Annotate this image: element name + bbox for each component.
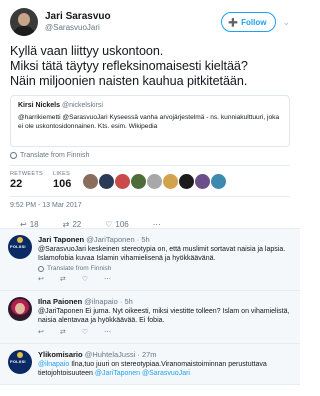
reply-text: @ilnapaio Ilna,tuo juuri on stereotypiaa…: [38, 360, 292, 378]
tweet-timestamp[interactable]: 9:52 PM - 13 Mar 2017: [10, 202, 290, 209]
tweet-line-1: Kyllä vaan liittyy uskontoon.: [10, 44, 164, 58]
replies-list: POLIISI Jari Taponen @JariTaponen · 5h @…: [0, 228, 300, 385]
likes-stat[interactable]: LIKES 106: [53, 171, 71, 191]
reply-translate-link[interactable]: Translate from Finnish: [38, 265, 292, 272]
tweet-line-3: Näin miljoonien naisten kauhua pitkitetä…: [10, 74, 248, 88]
reply-mention[interactable]: @ilnapaio: [38, 361, 69, 368]
reply-actions: ↩ ⇄ ♡ ⋯: [38, 328, 292, 337]
reply-dot: ·: [119, 297, 123, 306]
globe-icon: [38, 265, 44, 272]
author-names: Jari Sarasvuo @SarasvuoJari: [45, 11, 221, 33]
globe-icon: [10, 152, 17, 159]
reply-mention[interactable]: @JariTaponen @SarasvuoJari: [93, 370, 190, 377]
main-tweet: Jari Sarasvuo @SarasvuoJari ➕ Follow ⌄ K…: [0, 0, 300, 231]
liker-avatar[interactable]: [179, 173, 195, 189]
retweet-icon[interactable]: ⇄: [60, 275, 66, 284]
chevron-down-icon[interactable]: ⌄: [282, 17, 290, 28]
reply-icon[interactable]: ↩: [38, 328, 44, 337]
reply-body: Ilna Paionen @ilnapaio · 5h @JariTaponen…: [38, 297, 292, 337]
retweets-count: 22: [10, 178, 23, 190]
reply-time: 27m: [141, 350, 157, 359]
tweet-line-2: Miksi tätä täytyy refleksinomaisesti kie…: [10, 59, 248, 73]
retweet-icon[interactable]: ⇄: [60, 328, 66, 337]
avatar-body: [13, 26, 35, 36]
follow-button[interactable]: ➕ Follow: [221, 12, 277, 32]
reply-header: Ylikomisario @HuhtelaJussi · 27m: [38, 350, 292, 359]
reply-author-name: Ilna Paionen: [38, 297, 83, 306]
reply-author-handle: @ilnapaio: [84, 297, 118, 306]
reply-author-handle: @JariTaponen: [86, 235, 135, 244]
poliisi-logo: POLIISI: [10, 359, 26, 364]
reply-item[interactable]: POLIISI Ylikomisario @HuhtelaJussi · 27m…: [0, 344, 300, 385]
retweets-label: RETWEETS: [10, 171, 43, 177]
quote-author-handle: @nickelskirsi: [61, 102, 103, 109]
reply-header: Ilna Paionen @ilnapaio · 5h: [38, 297, 292, 306]
liker-avatar[interactable]: [115, 173, 131, 189]
badge-icon: [17, 352, 23, 358]
liker-avatar[interactable]: [163, 173, 179, 189]
badge-icon: [17, 237, 23, 243]
retweets-stat[interactable]: RETWEETS 22: [10, 171, 43, 191]
quote-header: Kirsi Nickels @nickelskirsi: [18, 101, 282, 110]
reply-author-name: Ylikomisario: [38, 350, 83, 359]
liker-avatars: [83, 173, 227, 189]
reply-actions: ↩ ⇄ ♡ ⋯: [38, 275, 292, 284]
tweet-text: Kyllä vaan liittyy uskontoon. Miksi tätä…: [10, 44, 290, 89]
reply-dot: ·: [136, 235, 140, 244]
liker-avatar[interactable]: [99, 173, 115, 189]
add-user-icon: ➕: [228, 17, 239, 27]
reply-icon[interactable]: ↩: [38, 275, 44, 284]
tweet-stats: RETWEETS 22 LIKES 106: [10, 165, 290, 197]
reply-item[interactable]: POLIISI Jari Taponen @JariTaponen · 5h @…: [0, 229, 300, 291]
heart-icon[interactable]: ♡: [82, 328, 88, 337]
reply-body: Ylikomisario @HuhtelaJussi · 27m @ilnapa…: [38, 350, 292, 378]
reply-avatar[interactable]: POLIISI: [8, 235, 32, 259]
heart-icon[interactable]: ♡: [82, 275, 88, 284]
follow-label: Follow: [241, 17, 267, 27]
reply-author-name: Jari Taponen: [38, 235, 85, 244]
reply-text: @SarasvuoJari keskeinen stereotypia on, …: [38, 246, 286, 262]
liker-avatar[interactable]: [147, 173, 163, 189]
reply-author-handle: @HuhtelaJussi: [84, 350, 136, 359]
liker-avatar[interactable]: [195, 173, 211, 189]
translate-label: Translate from Finnish: [20, 152, 90, 159]
reply-time: 5h: [141, 235, 150, 244]
liker-avatar[interactable]: [211, 173, 227, 189]
quote-text: @harrikiemetti @SarasvuoJari Kyseessä va…: [18, 114, 280, 130]
reply-text: @JariTaponen Ei juma. Nyt oikeesti, miks…: [38, 308, 290, 324]
reply-header: Jari Taponen @JariTaponen · 5h: [38, 235, 292, 244]
avatar-face: [18, 13, 30, 26]
liker-avatar[interactable]: [83, 173, 99, 189]
likes-count: 106: [52, 178, 72, 190]
tweet-header: Jari Sarasvuo @SarasvuoJari ➕ Follow ⌄: [10, 6, 290, 38]
avatar-face: [15, 303, 25, 314]
reply-avatar[interactable]: POLIISI: [8, 350, 32, 374]
translate-link[interactable]: Translate from Finnish: [10, 152, 290, 159]
more-icon[interactable]: ⋯: [104, 275, 111, 284]
author-avatar[interactable]: [10, 8, 38, 36]
poliisi-logo: POLIISI: [10, 244, 26, 249]
reply-translate-label: Translate from Finnish: [47, 265, 112, 272]
author-name[interactable]: Jari Sarasvuo: [45, 11, 221, 23]
quoted-tweet[interactable]: Kirsi Nickels @nickelskirsi @harrikiemet…: [10, 95, 290, 147]
author-handle[interactable]: @SarasvuoJari: [45, 23, 221, 33]
likes-label: LIKES: [52, 171, 71, 177]
reply-body: Jari Taponen @JariTaponen · 5h @Sarasvuo…: [38, 235, 292, 284]
liker-avatar[interactable]: [131, 173, 147, 189]
reply-dot: ·: [137, 350, 140, 359]
reply-avatar[interactable]: [8, 297, 32, 321]
reply-item[interactable]: Ilna Paionen @ilnapaio · 5h @JariTaponen…: [0, 291, 300, 344]
more-icon[interactable]: ⋯: [104, 328, 111, 337]
reply-time: 5h: [124, 297, 133, 306]
quote-author-name: Kirsi Nickels: [18, 102, 61, 109]
